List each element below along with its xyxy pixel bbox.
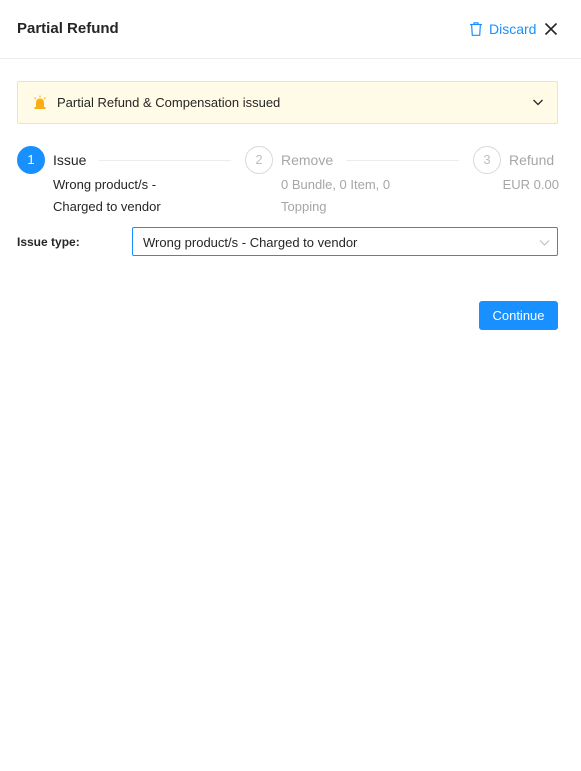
issue-type-select[interactable]: Wrong product/s - Charged to vendor <box>132 227 558 256</box>
step-2-number: 2 <box>245 146 273 174</box>
chevron-down-icon[interactable] <box>532 96 544 108</box>
alert-text: Partial Refund & Compensation issued <box>57 95 281 110</box>
step-1-title: Issue <box>53 152 87 168</box>
trash-icon <box>470 22 482 36</box>
step-2-title: Remove <box>281 152 334 168</box>
status-alert: Partial Refund & Compensation issued <box>17 81 558 124</box>
step-3-number: 3 <box>473 146 501 174</box>
step-2-description: 0 Bundle, 0 Item, 0 Topping <box>281 177 391 214</box>
step-connector-1 <box>99 160 231 161</box>
close-icon[interactable] <box>542 20 560 38</box>
issue-type-value: Wrong product/s - Charged to vendor <box>143 235 358 250</box>
chevron-down-icon <box>539 240 550 246</box>
step-3-title: Refund <box>509 152 555 168</box>
step-connector-2 <box>346 160 459 161</box>
discard-button[interactable]: Discard <box>469 21 536 37</box>
issue-type-label: Issue type: <box>17 235 80 249</box>
step-1-number: 1 <box>17 146 45 174</box>
step-3-description: EUR 0.00 <box>502 177 559 192</box>
discard-label: Discard <box>489 21 537 37</box>
continue-button[interactable]: Continue <box>479 301 558 330</box>
page-title: Partial Refund <box>17 20 119 37</box>
alarm-icon <box>34 95 46 109</box>
step-1-description: Wrong product/s - Charged to vendor <box>53 177 161 214</box>
modal-header: Partial Refund Discard <box>0 0 581 59</box>
